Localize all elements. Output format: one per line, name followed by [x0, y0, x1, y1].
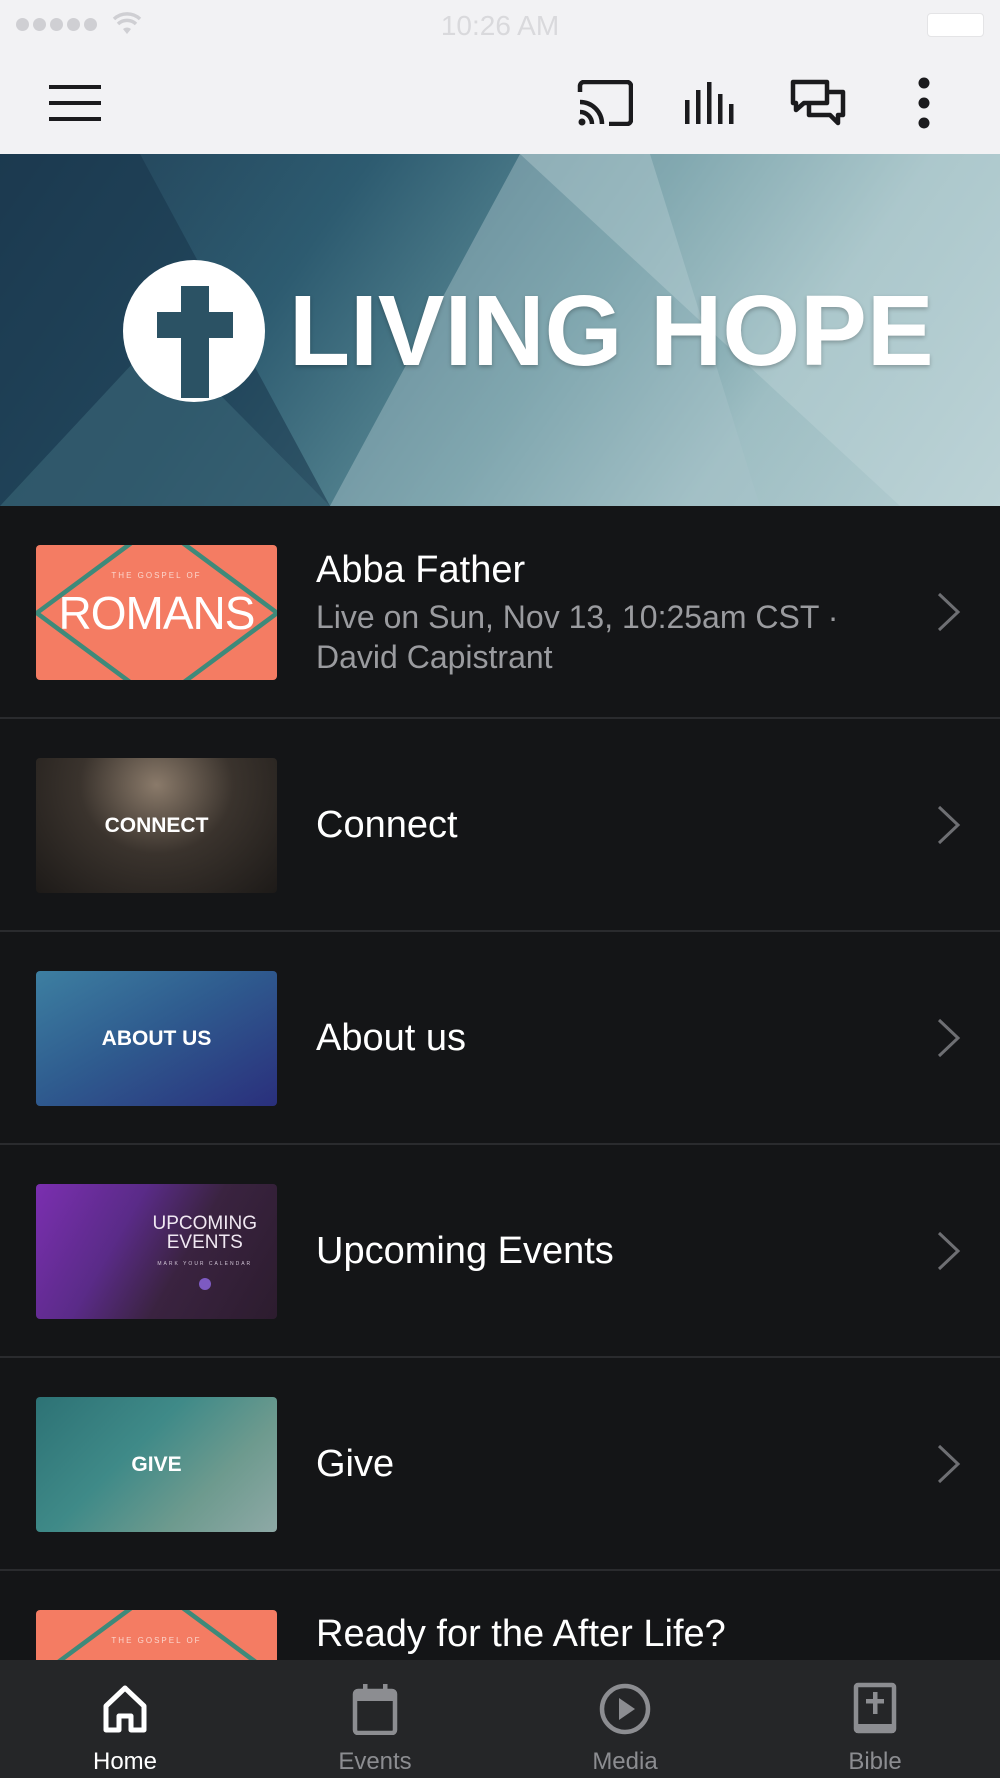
audio-bars-icon — [685, 82, 734, 124]
chevron-right-icon — [937, 1231, 961, 1271]
list-item-title: Upcoming Events — [316, 1229, 614, 1272]
cross-circle-icon — [123, 260, 265, 402]
list-item-title: Abba Father — [316, 548, 526, 591]
thumbnail-small-text: MARK YOUR CALENDAR — [157, 1260, 253, 1267]
thumbnail-upcoming-events: UPCOMING EVENTS MARK YOUR CALENDAR — [36, 1184, 277, 1319]
bottom-tab-bar: Home Events Media Bible — [0, 1660, 1000, 1778]
list-item-connect[interactable]: CONNECT Connect — [0, 719, 1000, 932]
church-name: LIVING HOPE — [289, 274, 934, 387]
chevron-right-icon — [937, 1444, 961, 1484]
chat-button[interactable] — [787, 72, 849, 134]
thumbnail-label: CONNECT — [104, 813, 209, 837]
cast-button[interactable] — [574, 72, 636, 134]
chat-bubbles-icon — [790, 79, 846, 126]
thumbnail-label-line2: EVENTS — [166, 1231, 243, 1253]
more-vertical-icon — [918, 77, 930, 129]
thumbnail-about-us: ABOUT US — [36, 971, 277, 1106]
tab-events[interactable]: Events — [250, 1660, 500, 1778]
list-item-abba-father[interactable]: THE GOSPEL OF ROMANS Abba Father Live on… — [0, 506, 1000, 719]
list-item-title: Connect — [316, 803, 458, 846]
audio-button[interactable] — [680, 72, 742, 134]
status-time: 10:26 AM — [440, 10, 560, 41]
hero-banner: LIVING HOPE — [0, 154, 1000, 506]
thumbnail-romans: THE GOSPEL OF ROMANS — [36, 545, 277, 680]
status-bar: 10:26 AM — [0, 0, 1000, 50]
tab-label: Media — [592, 1748, 658, 1775]
calendar-icon — [346, 1680, 404, 1738]
home-icon — [96, 1680, 154, 1738]
chevron-right-icon — [937, 805, 961, 845]
content-list: THE GOSPEL OF ROMANS Abba Father Live on… — [0, 506, 1000, 1778]
tab-home[interactable]: Home — [0, 1660, 250, 1778]
tab-label: Bible — [848, 1748, 902, 1775]
list-item-upcoming-events[interactable]: UPCOMING EVENTS MARK YOUR CALENDAR Upcom… — [0, 1145, 1000, 1358]
app-bar — [0, 50, 1000, 154]
calendar-dot-icon — [198, 1277, 211, 1290]
list-item-title: About us — [316, 1016, 466, 1059]
thumbnail-give: GIVE — [36, 1397, 277, 1532]
more-options-button[interactable] — [893, 72, 955, 134]
tab-label: Events — [338, 1748, 412, 1775]
thumbnail-label: ABOUT US — [101, 1026, 212, 1050]
thumbnail-connect: CONNECT — [36, 758, 277, 893]
battery-icon — [927, 13, 984, 37]
list-item-title: Ready for the After Life? — [316, 1613, 726, 1655]
tab-media[interactable]: Media — [500, 1660, 750, 1778]
cast-icon — [577, 80, 633, 126]
thumbnail-label: ROMANS — [58, 586, 256, 639]
thumbnail-small-text: THE GOSPEL OF — [111, 1636, 202, 1645]
chevron-right-icon — [937, 592, 961, 632]
menu-button[interactable] — [44, 72, 106, 134]
thumbnail-label: UPCOMING EVENTS MARK YOUR CALENDAR — [152, 1212, 258, 1290]
chevron-right-icon — [937, 1018, 961, 1058]
list-item-give[interactable]: GIVE Give — [0, 1358, 1000, 1571]
thumbnail-label-line1: UPCOMING — [152, 1212, 258, 1234]
tab-bible[interactable]: Bible — [750, 1660, 1000, 1778]
thumbnail-label: GIVE — [131, 1452, 182, 1476]
hero-logo: LIVING HOPE — [123, 260, 934, 402]
tab-label: Home — [92, 1748, 158, 1775]
list-item-subtitle: Live on Sun, Nov 13, 10:25am CST · David… — [316, 598, 839, 675]
thumbnail-small-text: THE GOSPEL OF — [111, 571, 202, 580]
play-circle-icon — [596, 1680, 654, 1738]
bible-icon — [846, 1680, 904, 1738]
hamburger-menu-icon — [49, 85, 101, 121]
list-item-title: Give — [316, 1442, 395, 1485]
list-item-about-us[interactable]: ABOUT US About us — [0, 932, 1000, 1145]
